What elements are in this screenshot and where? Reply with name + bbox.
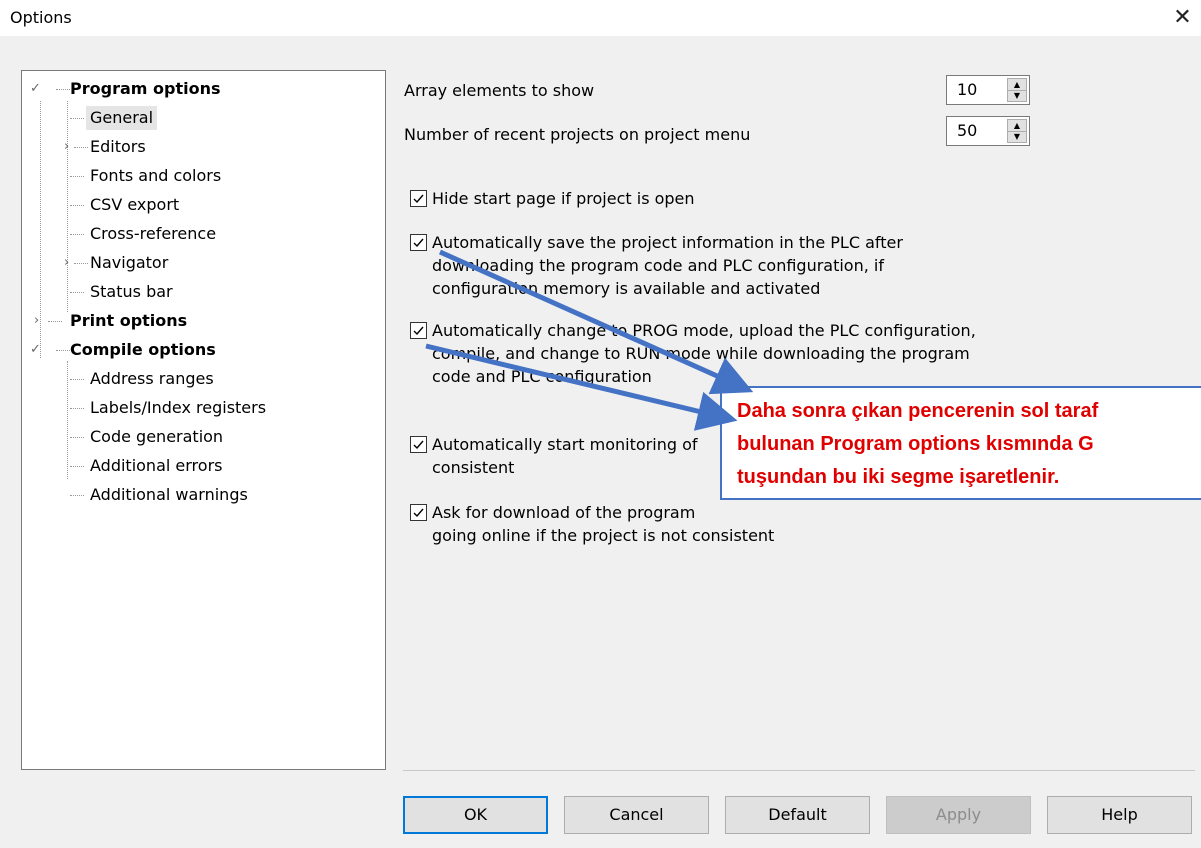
tree-connector bbox=[70, 205, 84, 206]
tree-connector bbox=[70, 379, 84, 380]
tree-connector bbox=[74, 147, 88, 148]
tree-item-csv-export[interactable]: CSV export bbox=[90, 193, 179, 217]
cancel-button[interactable]: Cancel bbox=[564, 796, 709, 834]
spinner-buttons[interactable]: ▲ ▼ bbox=[1007, 78, 1027, 102]
ask-download-checkbox[interactable] bbox=[410, 504, 427, 521]
chevron-right-icon[interactable]: › bbox=[64, 251, 69, 275]
tree-item-address-ranges[interactable]: Address ranges bbox=[90, 367, 214, 391]
recent-projects-label: Number of recent projects on project men… bbox=[404, 125, 751, 144]
hide-start-page-label[interactable]: Hide start page if project is open bbox=[432, 187, 695, 210]
tree-guide-line bbox=[67, 361, 68, 479]
check-icon bbox=[413, 326, 424, 336]
tree-item-general[interactable]: General bbox=[86, 106, 158, 130]
auto-save-label-line2[interactable]: downloading the program code and PLC con… bbox=[432, 254, 884, 277]
tree-connector bbox=[70, 176, 84, 177]
auto-monitoring-checkbox[interactable] bbox=[410, 436, 427, 453]
tree-connector bbox=[70, 437, 84, 438]
tree-item-program-options[interactable]: Program options bbox=[70, 77, 220, 101]
close-icon[interactable]: ✕ bbox=[1164, 0, 1201, 36]
tree-item-navigator[interactable]: Navigator bbox=[90, 251, 168, 275]
chevron-down-icon[interactable]: ✓ bbox=[30, 338, 41, 362]
ok-button[interactable]: OK bbox=[403, 796, 548, 834]
tree-connector bbox=[70, 408, 84, 409]
spin-down-icon[interactable]: ▼ bbox=[1008, 131, 1026, 142]
tree-guide-line bbox=[67, 101, 68, 312]
spinner-buttons[interactable]: ▲ ▼ bbox=[1007, 119, 1027, 143]
tree-connector bbox=[48, 321, 62, 322]
callout-line-3: tuşundan bu iki segme işaretlenir. bbox=[737, 466, 1060, 488]
auto-prog-mode-checkbox[interactable] bbox=[410, 322, 427, 339]
auto-monitoring-label-line2[interactable]: consistent bbox=[432, 456, 514, 479]
array-elements-value[interactable]: 10 bbox=[957, 80, 977, 100]
spin-down-icon[interactable]: ▼ bbox=[1008, 90, 1026, 101]
chevron-right-icon[interactable]: › bbox=[64, 135, 69, 159]
tree-connector bbox=[70, 466, 84, 467]
tree-item-status-bar[interactable]: Status bar bbox=[90, 280, 173, 304]
tree-connector bbox=[70, 495, 84, 496]
tree-item-code-generation[interactable]: Code generation bbox=[90, 425, 223, 449]
window-title: Options bbox=[10, 8, 72, 27]
apply-button: Apply bbox=[886, 796, 1031, 834]
auto-save-project-info-checkbox[interactable] bbox=[410, 234, 427, 251]
array-elements-label: Array elements to show bbox=[404, 81, 595, 100]
title-bar: Options ✕ bbox=[0, 0, 1201, 36]
auto-prog-label-line2[interactable]: compile, and change to RUN mode while do… bbox=[432, 342, 970, 365]
help-button[interactable]: Help bbox=[1047, 796, 1192, 834]
tree-item-additional-warnings[interactable]: Additional warnings bbox=[90, 483, 248, 507]
chevron-down-icon[interactable]: ✓ bbox=[30, 77, 41, 101]
button-separator bbox=[403, 770, 1195, 771]
check-icon bbox=[413, 508, 424, 518]
auto-monitoring-label-line1[interactable]: Automatically start monitoring of bbox=[432, 433, 698, 456]
callout-line-1: Daha sonra çıkan pencerenin sol taraf bbox=[737, 400, 1099, 422]
tree-connector bbox=[70, 234, 84, 235]
auto-prog-label-line3[interactable]: code and PLC configuration bbox=[432, 365, 652, 388]
tree-connector bbox=[70, 118, 84, 119]
tree-guide-line bbox=[40, 101, 41, 358]
chevron-right-icon[interactable]: › bbox=[34, 309, 39, 333]
check-icon bbox=[413, 440, 424, 450]
tree-item-editors[interactable]: Editors bbox=[90, 135, 146, 159]
tree-item-print-options[interactable]: Print options bbox=[70, 309, 187, 333]
tree-connector bbox=[56, 350, 70, 351]
recent-projects-spinner[interactable]: 50 ▲ ▼ bbox=[946, 116, 1030, 146]
hide-start-page-checkbox[interactable] bbox=[410, 190, 427, 207]
ask-download-label-line1[interactable]: Ask for download of the program bbox=[432, 501, 695, 524]
auto-save-label-line1[interactable]: Automatically save the project informati… bbox=[432, 231, 903, 254]
callout-line-2: bulunan Program options kısmında G bbox=[737, 433, 1094, 455]
check-icon bbox=[413, 194, 424, 204]
default-button[interactable]: Default bbox=[725, 796, 870, 834]
tree-item-compile-options[interactable]: Compile options bbox=[70, 338, 216, 362]
tree-connector bbox=[56, 89, 70, 90]
tree-item-cross-reference[interactable]: Cross-reference bbox=[90, 222, 216, 246]
tree-connector bbox=[70, 292, 84, 293]
check-icon bbox=[413, 238, 424, 248]
tree-connector bbox=[74, 263, 88, 264]
options-tree[interactable]: ✓ › › › ✓ Program options General Editor… bbox=[21, 70, 386, 770]
tree-item-additional-errors[interactable]: Additional errors bbox=[90, 454, 222, 478]
tree-item-fonts-and-colors[interactable]: Fonts and colors bbox=[90, 164, 221, 188]
recent-projects-value[interactable]: 50 bbox=[957, 121, 977, 141]
ask-download-label-line2[interactable]: going online if the project is not consi… bbox=[432, 524, 774, 547]
auto-save-label-line3[interactable]: configuration memory is available and ac… bbox=[432, 277, 820, 300]
array-elements-spinner[interactable]: 10 ▲ ▼ bbox=[946, 75, 1030, 105]
annotation-callout: Daha sonra çıkan pencerenin sol taraf bu… bbox=[720, 386, 1201, 500]
tree-item-labels-index-registers[interactable]: Labels/Index registers bbox=[90, 396, 266, 420]
auto-prog-label-line1[interactable]: Automatically change to PROG mode, uploa… bbox=[432, 319, 976, 342]
